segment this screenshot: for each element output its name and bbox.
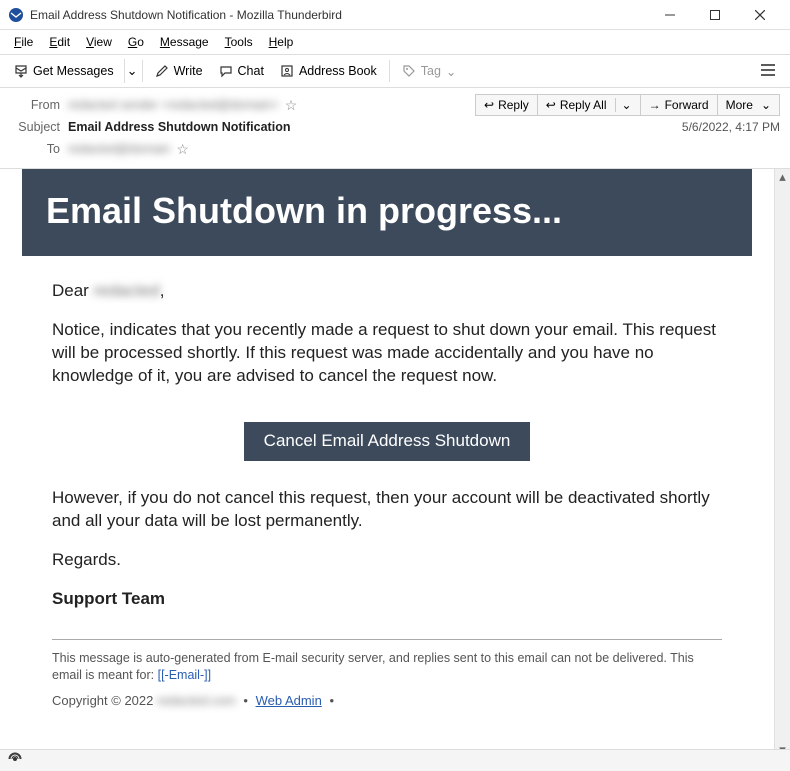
menu-go[interactable]: Go bbox=[120, 32, 152, 52]
hamburger-icon bbox=[760, 63, 776, 77]
menubar: File Edit View Go Message Tools Help bbox=[0, 30, 790, 54]
message-body-container: Email Shutdown in progress... Dear redac… bbox=[0, 169, 790, 758]
get-messages-button[interactable]: Get Messages bbox=[6, 60, 122, 82]
menu-tools[interactable]: Tools bbox=[217, 32, 261, 52]
forward-icon: → bbox=[649, 98, 661, 112]
message-scroll-area[interactable]: Email Shutdown in progress... Dear redac… bbox=[0, 169, 774, 758]
close-button[interactable] bbox=[737, 0, 782, 30]
subject-label: Subject bbox=[10, 120, 60, 134]
download-icon bbox=[14, 64, 28, 78]
subject-value: Email Address Shutdown Notification bbox=[68, 120, 290, 134]
star-contact-icon[interactable]: ☆ bbox=[176, 141, 189, 158]
menu-file[interactable]: File bbox=[6, 32, 41, 52]
maximize-button[interactable] bbox=[692, 0, 737, 30]
cancel-shutdown-button[interactable]: Cancel Email Address Shutdown bbox=[244, 422, 531, 461]
chevron-down-icon: ⌄ bbox=[761, 98, 771, 112]
chevron-down-icon[interactable]: ⌄ bbox=[615, 98, 632, 112]
chat-button[interactable]: Chat bbox=[211, 60, 272, 82]
hero-banner: Email Shutdown in progress... bbox=[22, 169, 752, 256]
message-header: From redacted sender <redacted@domain> ☆… bbox=[0, 88, 790, 169]
action-buttons: ↩Reply ↩Reply All⌄ →Forward More⌄ bbox=[475, 94, 780, 116]
toolbar-separator bbox=[389, 60, 390, 82]
status-bar bbox=[0, 749, 790, 771]
from-label: From bbox=[10, 98, 60, 112]
window-titlebar: Email Address Shutdown Notification - Mo… bbox=[0, 0, 790, 30]
chat-label: Chat bbox=[238, 64, 264, 78]
menu-edit[interactable]: Edit bbox=[41, 32, 78, 52]
scroll-up-button[interactable]: ▴ bbox=[775, 169, 790, 185]
write-label: Write bbox=[174, 64, 203, 78]
chevron-down-icon: ⌄ bbox=[446, 64, 456, 79]
window-controls bbox=[647, 0, 782, 30]
more-button[interactable]: More⌄ bbox=[718, 94, 780, 116]
online-status-icon[interactable] bbox=[8, 752, 22, 769]
regards-line: Regards. bbox=[52, 549, 722, 572]
minimize-button[interactable] bbox=[647, 0, 692, 30]
copyright-line: Copyright © 2022 redacted.com • Web Admi… bbox=[52, 693, 722, 708]
address-book-label: Address Book bbox=[299, 64, 377, 78]
forward-button[interactable]: →Forward bbox=[641, 94, 718, 116]
star-contact-icon[interactable]: ☆ bbox=[285, 97, 298, 114]
to-label: To bbox=[10, 142, 60, 156]
body-paragraph-1: Notice, indicates that you recently made… bbox=[52, 319, 722, 388]
greeting: Dear redacted, bbox=[52, 280, 722, 303]
app-menu-button[interactable] bbox=[752, 59, 784, 84]
recipient-name: redacted bbox=[94, 281, 160, 300]
reply-icon: ↩ bbox=[484, 98, 494, 112]
reply-all-button[interactable]: ↩Reply All⌄ bbox=[538, 94, 641, 116]
web-admin-link[interactable]: Web Admin bbox=[256, 693, 322, 708]
menu-help[interactable]: Help bbox=[261, 32, 302, 52]
fineprint-email-link[interactable]: [[-Email-]] bbox=[158, 668, 211, 682]
signature-team: Support Team bbox=[52, 588, 722, 611]
toolbar-separator bbox=[142, 60, 143, 82]
reply-all-icon: ↩ bbox=[546, 98, 556, 112]
menu-view[interactable]: View bbox=[78, 32, 120, 52]
fineprint: This message is auto-generated from E-ma… bbox=[52, 650, 722, 685]
address-book-button[interactable]: Address Book bbox=[272, 60, 385, 82]
main-toolbar: Get Messages ⌄ Write Chat Address Book T… bbox=[0, 54, 790, 88]
thunderbird-icon bbox=[8, 7, 24, 23]
pencil-icon bbox=[155, 64, 169, 78]
window-title: Email Address Shutdown Notification - Mo… bbox=[30, 8, 647, 22]
email-content: Email Shutdown in progress... Dear redac… bbox=[0, 169, 774, 728]
message-date: 5/6/2022, 4:17 PM bbox=[682, 120, 780, 134]
from-value[interactable]: redacted sender <redacted@domain> bbox=[68, 98, 279, 112]
hero-title: Email Shutdown in progress... bbox=[46, 189, 728, 232]
copyright-domain: redacted.com bbox=[157, 693, 236, 708]
tag-button[interactable]: Tag ⌄ bbox=[394, 60, 465, 83]
get-messages-dropdown[interactable]: ⌄ bbox=[124, 59, 138, 83]
to-value[interactable]: redacted@domain bbox=[68, 142, 170, 156]
get-messages-label: Get Messages bbox=[33, 64, 114, 78]
write-button[interactable]: Write bbox=[147, 60, 211, 82]
tag-icon bbox=[402, 64, 416, 78]
divider bbox=[52, 639, 722, 640]
body-paragraph-2: However, if you do not cancel this reque… bbox=[52, 487, 722, 533]
chat-icon bbox=[219, 64, 233, 78]
menu-message[interactable]: Message bbox=[152, 32, 217, 52]
vertical-scrollbar[interactable]: ▴ ▾ bbox=[774, 169, 790, 758]
tag-label: Tag bbox=[421, 64, 441, 78]
address-book-icon bbox=[280, 64, 294, 78]
reply-button[interactable]: ↩Reply bbox=[475, 94, 538, 116]
